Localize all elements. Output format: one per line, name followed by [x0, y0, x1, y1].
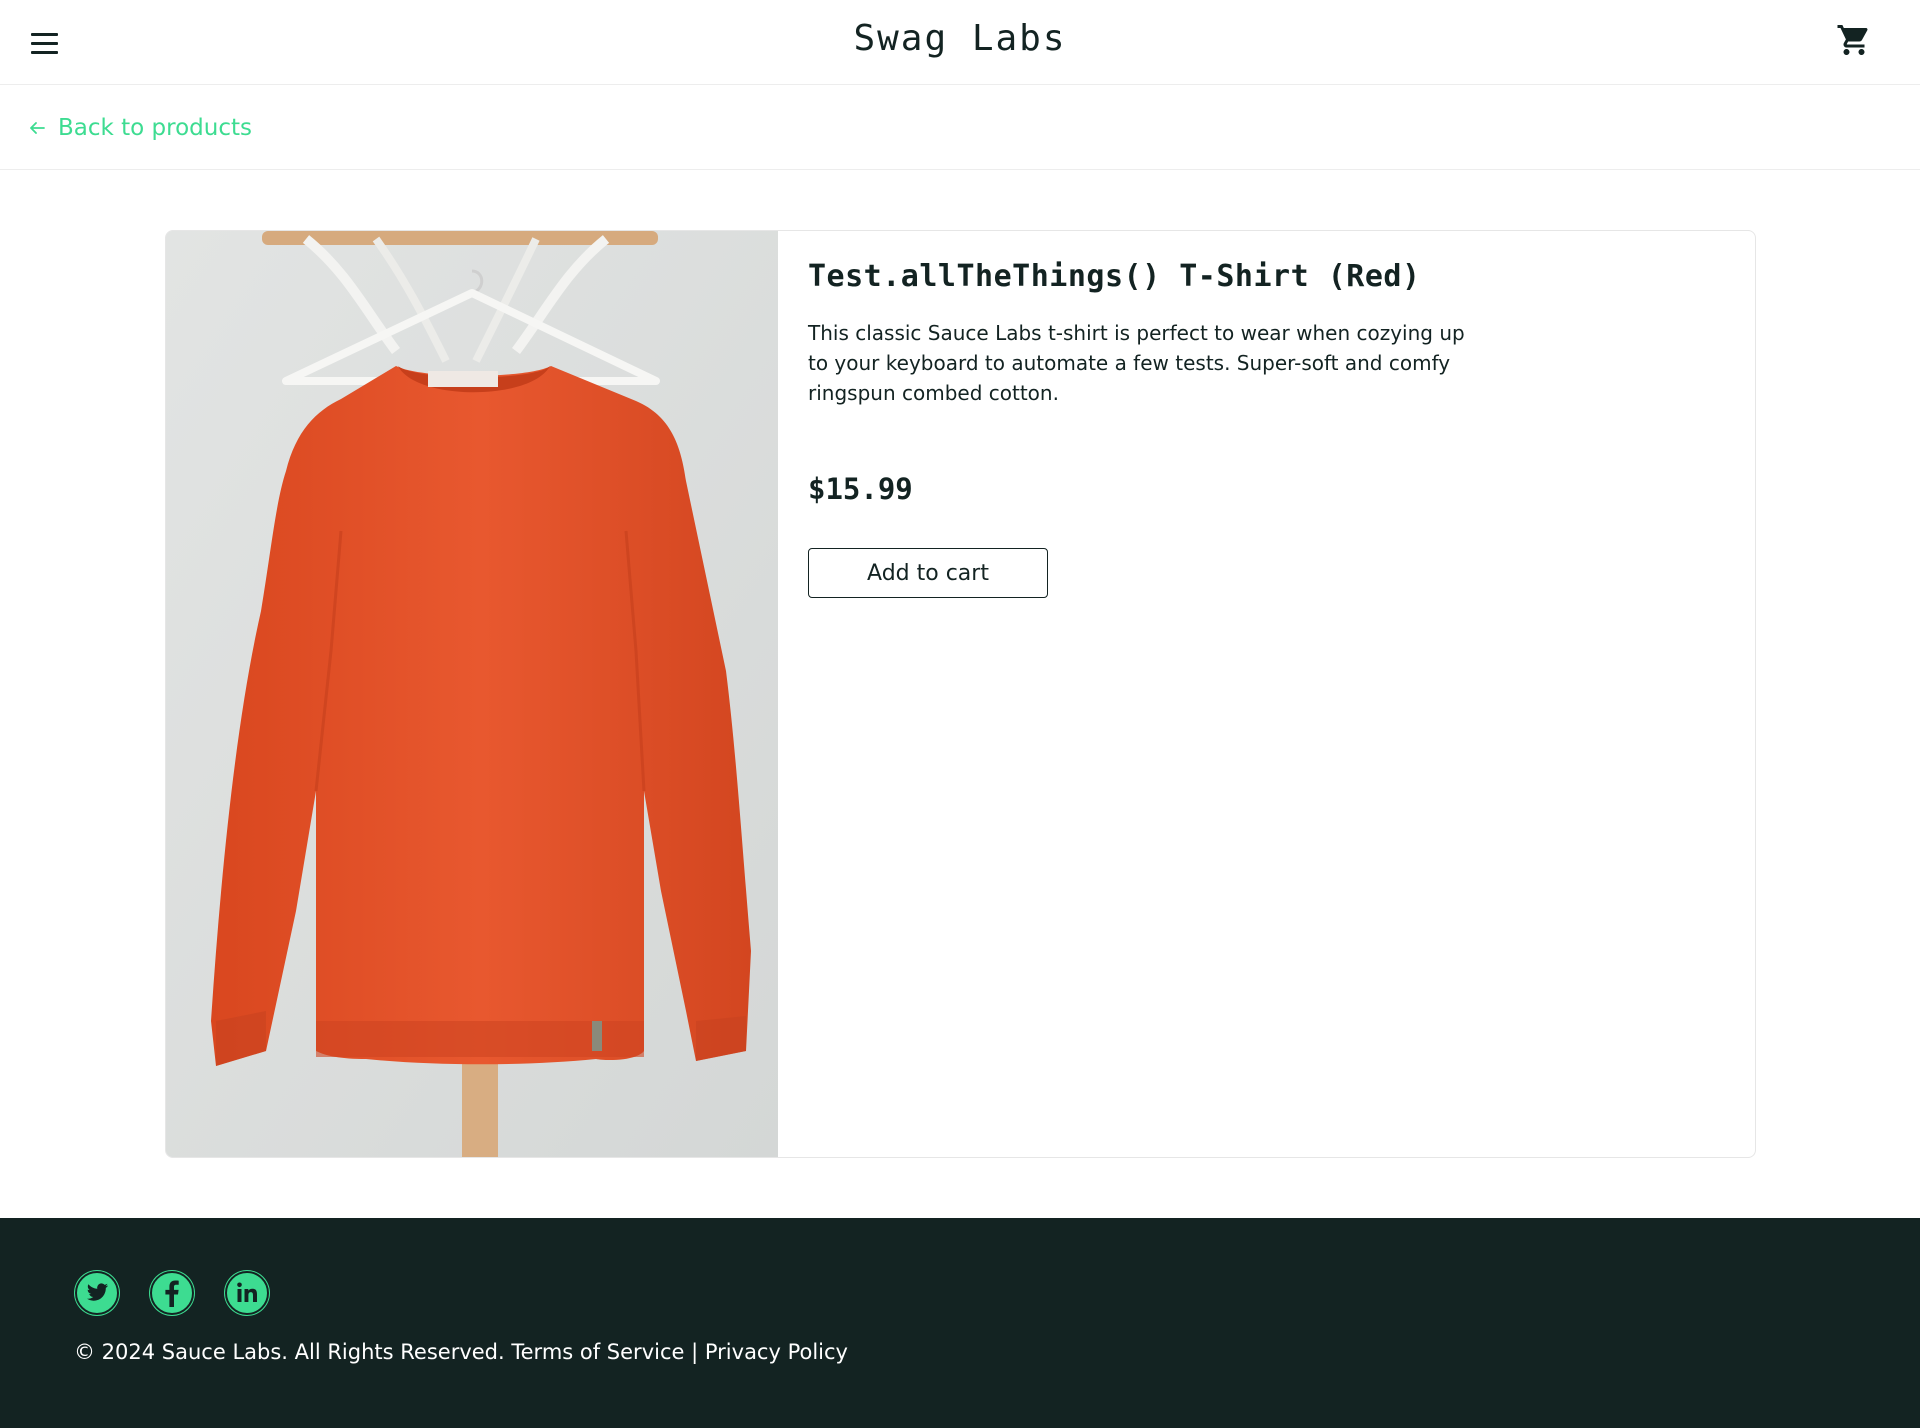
arrow-left-icon	[30, 122, 45, 134]
cart-glyph	[1837, 25, 1868, 55]
facebook-icon[interactable]	[149, 1270, 195, 1316]
back-label: Back to products	[58, 115, 252, 141]
product-image	[166, 231, 778, 1157]
linkedin-glyph	[225, 1271, 269, 1315]
twitter-icon[interactable]	[74, 1270, 120, 1316]
terms-of-service-link[interactable]: Terms of Service	[511, 1340, 684, 1364]
twitter-glyph	[75, 1271, 119, 1315]
shopping-cart-icon[interactable]	[1836, 22, 1872, 58]
menu-bar	[31, 42, 58, 45]
primary-header: Swag Labs	[0, 0, 1920, 85]
product-details-card: Test.allTheThings() T-Shirt (Red) This c…	[165, 230, 1756, 1158]
hamburger-menu-icon[interactable]	[28, 28, 62, 58]
product-price: $15.99	[808, 472, 913, 506]
privacy-policy-link[interactable]: Privacy Policy	[705, 1340, 848, 1364]
footer-separator: |	[691, 1340, 699, 1364]
copyright-text: © 2024 Sauce Labs. All Rights Reserved.	[74, 1340, 505, 1364]
product-description: This classic Sauce Labs t-shirt is perfe…	[808, 321, 1465, 405]
product-name: Test.allTheThings() T-Shirt (Red)	[808, 259, 1421, 294]
footer-copyright: © 2024 Sauce Labs. All Rights Reserved. …	[74, 1340, 848, 1364]
product-details: Test.allTheThings() T-Shirt (Red) This c…	[808, 259, 1498, 598]
back-to-products-button[interactable]: Back to products	[28, 111, 252, 145]
app-title: Swag Labs	[853, 18, 1067, 59]
secondary-header: Back to products	[0, 85, 1920, 170]
linkedin-icon[interactable]	[224, 1270, 270, 1316]
sweatshirt-image	[166, 231, 778, 1157]
add-to-cart-button[interactable]: Add to cart	[808, 548, 1048, 598]
facebook-glyph	[150, 1271, 194, 1315]
menu-bar	[31, 33, 58, 36]
footer: © 2024 Sauce Labs. All Rights Reserved. …	[0, 1218, 1920, 1428]
menu-bar	[31, 51, 58, 54]
